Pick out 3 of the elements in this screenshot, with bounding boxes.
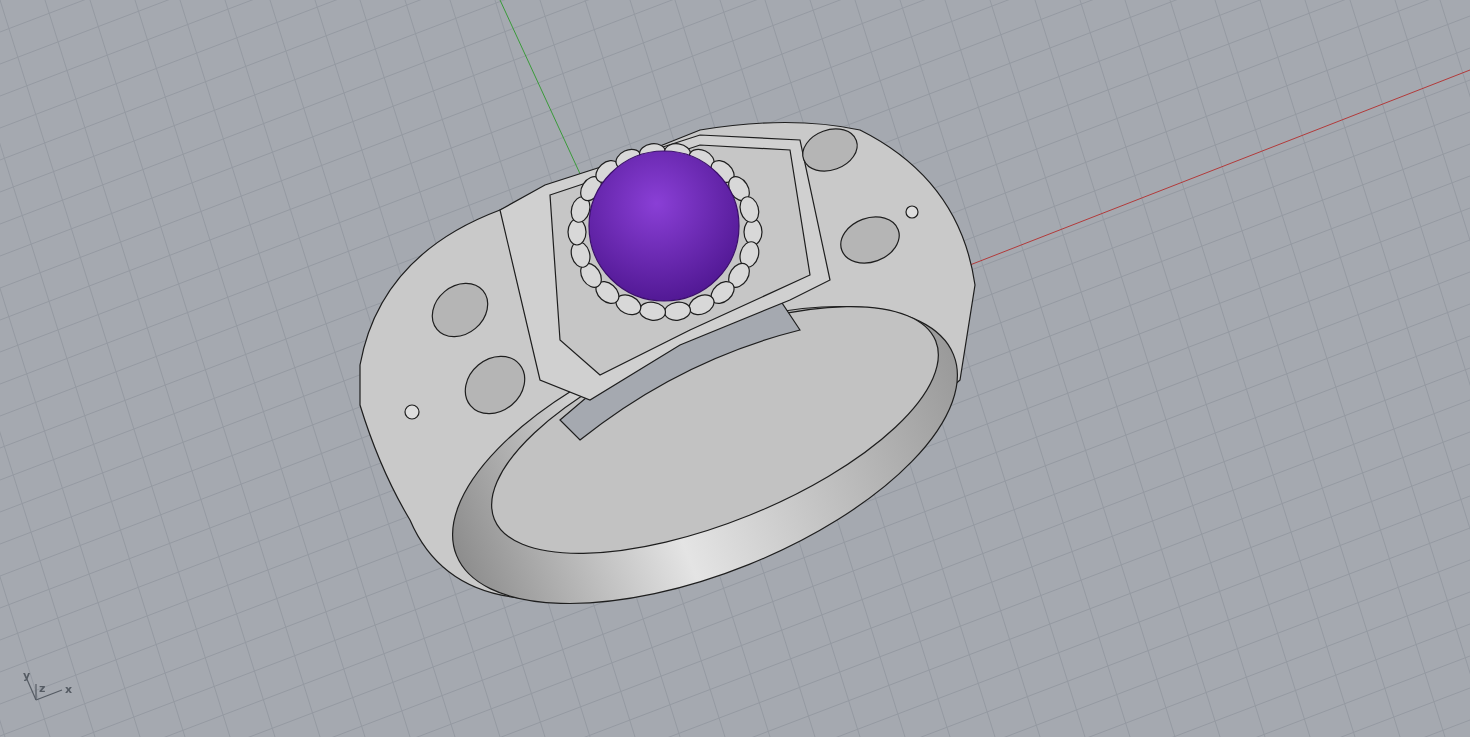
axis-label: z [39,682,46,695]
axis-label: x [65,683,73,696]
axis-label: y [23,669,31,682]
